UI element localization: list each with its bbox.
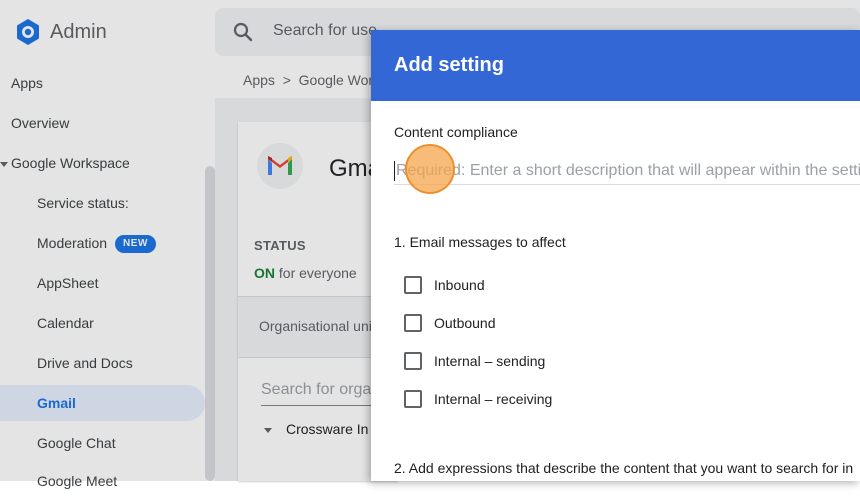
- content-compliance-label: Content compliance: [394, 124, 518, 140]
- checkbox-box[interactable]: [404, 276, 422, 294]
- dialog-title: Add setting: [394, 54, 504, 76]
- checkbox-box[interactable]: [404, 390, 422, 408]
- checkbox-box[interactable]: [404, 314, 422, 332]
- section-expressions-label: 2. Add expressions that describe the con…: [394, 460, 854, 476]
- checkbox-label: Internal – sending: [434, 353, 546, 369]
- dialog-header: Add setting: [371, 30, 860, 101]
- add-setting-dialog: Add setting Content compliance 1. Email …: [371, 30, 860, 481]
- checkbox-box[interactable]: [404, 352, 422, 370]
- checkbox-label: Outbound: [434, 315, 496, 331]
- checkbox-internal-sending[interactable]: Internal – sending: [404, 352, 545, 370]
- description-input[interactable]: [394, 158, 860, 185]
- checkbox-internal-receiving[interactable]: Internal – receiving: [404, 390, 552, 408]
- text-cursor: [394, 161, 395, 181]
- checkbox-label: Inbound: [434, 277, 485, 293]
- click-highlight-marker: [405, 144, 455, 194]
- checkbox-inbound[interactable]: Inbound: [404, 276, 485, 294]
- section-email-messages-label: 1. Email messages to affect: [394, 234, 566, 250]
- checkbox-label: Internal – receiving: [434, 391, 553, 407]
- checkbox-outbound[interactable]: Outbound: [404, 314, 496, 332]
